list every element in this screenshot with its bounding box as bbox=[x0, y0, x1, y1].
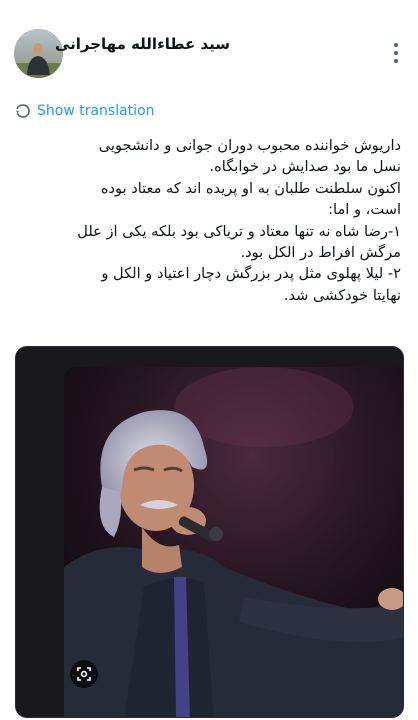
singer-illustration bbox=[64, 367, 403, 717]
tweet-line: اکنون سلطنت طلبان به او پریده اند که معت… bbox=[100, 179, 401, 197]
show-translation-link[interactable]: Show translation bbox=[15, 101, 155, 121]
tweet-line: نسل ما بود صدایش در خوابگاه. bbox=[209, 158, 401, 176]
translate-icon bbox=[16, 104, 30, 118]
tweet-line: مرگش افراط در الکل بود. bbox=[240, 244, 401, 262]
show-translation-label: Show translation bbox=[37, 103, 155, 119]
author-display-name[interactable]: سید عطاءالله مهاجرانی bbox=[55, 35, 230, 53]
more-options-icon[interactable] bbox=[388, 41, 404, 67]
tweet-line: است، و اما: bbox=[328, 201, 401, 219]
lens-search-icon[interactable] bbox=[70, 660, 98, 688]
tweet-text: داریوش خواننده محبوب دوران جوانی و دانشج… bbox=[15, 135, 401, 306]
tweet-line: ۲- لیلا پهلوی مثل پدر بزرگش دچار اعتیاد … bbox=[101, 265, 401, 283]
tweet-line: داریوش خواننده محبوب دوران جوانی و دانشج… bbox=[98, 137, 401, 154]
tweet-line: نهایتا خودکشی شد. bbox=[283, 286, 401, 304]
lens-glyph bbox=[77, 667, 91, 681]
tweet-header: سید عطاءالله مهاجرانی bbox=[0, 0, 418, 90]
tweet-media[interactable] bbox=[15, 346, 404, 718]
singer-photo[interactable] bbox=[64, 367, 403, 717]
tweet-line: ۱-رضا شاه نه تنها معتاد و تریاکی بود بلک… bbox=[77, 222, 401, 240]
